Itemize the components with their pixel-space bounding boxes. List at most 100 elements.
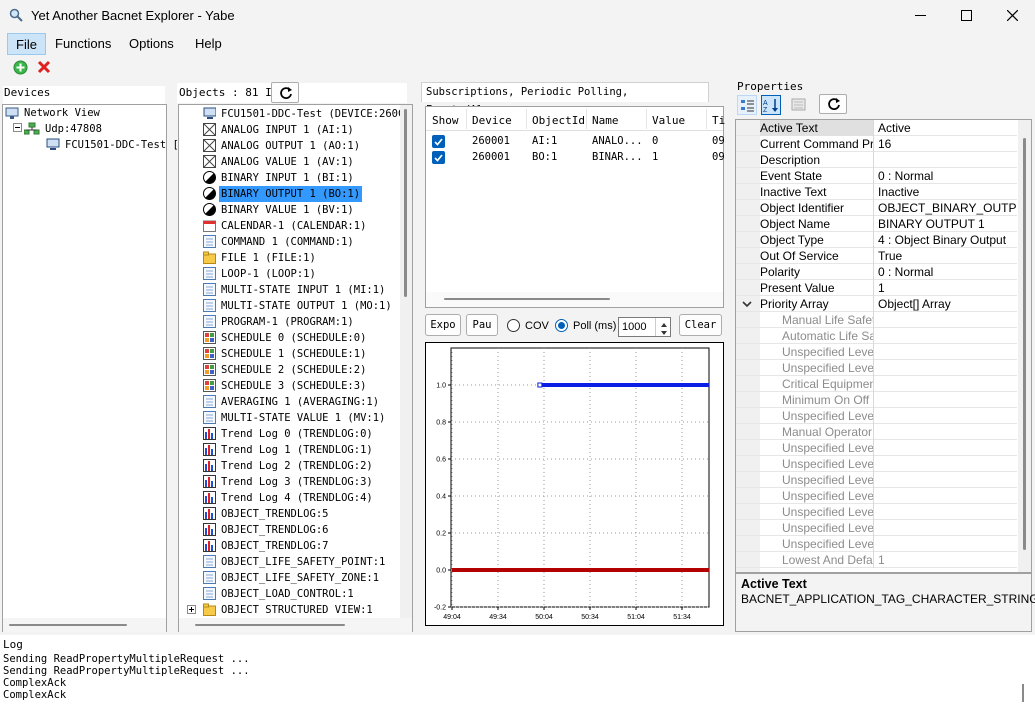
property-value[interactable]: 16 [876, 136, 1017, 152]
subscription-row[interactable]: 260001 BO:1 BINAR... 1 09 [426, 150, 725, 166]
object-item[interactable]: SCHEDULE 1 (SCHEDULE:1) [221, 346, 366, 362]
property-value[interactable]: Inactive [876, 184, 1017, 200]
object-item[interactable]: SCHEDULE 3 (SCHEDULE:3) [221, 378, 366, 394]
priority-array-row[interactable]: Lowest And Default1 [736, 552, 1017, 568]
object-item[interactable]: BINARY INPUT 1 (BI:1) [221, 170, 354, 186]
object-item[interactable]: ANALOG INPUT 1 (AI:1) [221, 122, 354, 138]
property-row[interactable]: Out Of Service True [736, 248, 1017, 264]
object-item[interactable]: OBJECT_TRENDLOG:6 [221, 522, 328, 538]
property-row[interactable]: Current Command Priorit16 [736, 136, 1017, 152]
priority-array-row[interactable]: Manual Life Safety [736, 312, 1017, 328]
property-value[interactable]: 1 [876, 280, 1017, 296]
property-value[interactable]: Object[] Array [876, 296, 1017, 312]
object-item[interactable]: OBJECT_LIFE_SAFETY_POINT:1 [221, 554, 385, 570]
objects-vscrollbar[interactable] [400, 105, 412, 618]
object-item[interactable]: OBJECT STRUCTURED VIEW:1 [221, 602, 373, 618]
property-row[interactable]: Object Name BINARY OUTPUT 1 [736, 216, 1017, 232]
priority-level-value[interactable] [876, 408, 1017, 424]
minimize-button[interactable] [898, 0, 944, 31]
clear-button[interactable]: Clear [679, 314, 722, 336]
priority-array-row[interactable]: Unspecified Level 9 [736, 440, 1017, 456]
tree-device[interactable]: FCU1501-DDC-Test [ [65, 137, 179, 153]
categorized-view-button[interactable] [737, 95, 757, 115]
objects-tree[interactable]: FCU1501-DDC-Test (DEVICE:260C ANALOG INPU… [178, 104, 413, 632]
priority-level-value[interactable] [876, 312, 1017, 328]
priority-level-value[interactable] [876, 536, 1017, 552]
object-item[interactable]: MULTI-STATE VALUE 1 (MV:1) [221, 410, 385, 426]
priority-level-value[interactable] [876, 488, 1017, 504]
priority-level-value[interactable] [876, 456, 1017, 472]
poll-interval-stepper[interactable]: 1000 [618, 317, 671, 337]
chevron-down-icon[interactable] [741, 298, 754, 311]
refresh-objects-button[interactable] [271, 82, 299, 103]
property-value[interactable]: 0 : Normal [876, 264, 1017, 280]
object-item[interactable]: CALENDAR-1 (CALENDAR:1) [221, 218, 366, 234]
property-row[interactable]: Description [736, 152, 1017, 168]
property-row[interactable]: Polarity 0 : Normal [736, 264, 1017, 280]
menu-functions[interactable]: Functions [47, 33, 119, 55]
close-window-button[interactable] [990, 0, 1035, 31]
property-row[interactable]: Object IdentifierOBJECT_BINARY_OUTPUT [736, 200, 1017, 216]
priority-array-row[interactable]: Unspecified Level 4 [736, 360, 1017, 376]
priority-array-row[interactable]: Critical Equipment C [736, 376, 1017, 392]
priority-array-row[interactable]: Unspecified Level 1 [736, 504, 1017, 520]
property-value[interactable]: 0 : Normal [876, 168, 1017, 184]
export-button[interactable]: Expo [425, 314, 461, 336]
priority-array-row[interactable]: Unspecified Level 1 [736, 488, 1017, 504]
property-row[interactable]: Active Text Active [736, 120, 1017, 136]
priority-level-value[interactable] [876, 328, 1017, 344]
priority-level-value[interactable] [876, 472, 1017, 488]
add-device-icon[interactable] [13, 60, 28, 75]
object-item[interactable]: ANALOG OUTPUT 1 (AO:1) [221, 138, 360, 154]
menu-file[interactable]: File [7, 33, 46, 55]
property-value[interactable]: 4 : Object Binary Output [876, 232, 1017, 248]
priority-array-row[interactable]: Unspecified Level 1 [736, 520, 1017, 536]
object-item[interactable]: PROGRAM-1 (PROGRAM:1) [221, 314, 354, 330]
objects-hscrollbar[interactable] [179, 618, 412, 632]
alphabetical-view-button[interactable]: AZ [761, 95, 781, 115]
property-pages-button[interactable] [790, 96, 808, 114]
property-row[interactable]: Priority Array Object[] Array [736, 296, 1017, 312]
menu-options[interactable]: Options [121, 33, 182, 55]
object-item[interactable]: OBJECT_TRENDLOG:5 [221, 506, 328, 522]
priority-level-value[interactable] [876, 520, 1017, 536]
priority-array-row[interactable]: Minimum On Off [736, 392, 1017, 408]
priority-array-row[interactable]: Unspecified Level 7 [736, 408, 1017, 424]
priority-level-value[interactable] [876, 504, 1017, 520]
tab-subscriptions[interactable]: Subscriptions, Periodic Polling, Events/… [421, 82, 709, 116]
expand-toggle-icon[interactable] [187, 605, 196, 614]
devices-tree[interactable]: Network View Udp:47808 FCU1501-DDC-Test … [2, 104, 179, 632]
property-value[interactable]: Active [876, 120, 1017, 136]
priority-level-value[interactable] [876, 376, 1017, 392]
object-item[interactable]: ANALOG VALUE 1 (AV:1) [221, 154, 354, 170]
maximize-button[interactable] [944, 0, 990, 31]
object-item[interactable]: AVERAGING 1 (AVERAGING:1) [221, 394, 379, 410]
col-device[interactable]: Device [472, 114, 512, 127]
show-checkbox[interactable] [432, 135, 445, 148]
property-value[interactable]: BINARY OUTPUT 1 [876, 216, 1017, 232]
priority-array-row[interactable]: Unspecified Level 3 [736, 344, 1017, 360]
refresh-properties-button[interactable] [819, 94, 847, 114]
object-item[interactable]: OBJECT_TRENDLOG:7 [221, 538, 328, 554]
property-value[interactable] [876, 152, 1017, 168]
property-row[interactable]: Event State 0 : Normal [736, 168, 1017, 184]
property-row[interactable]: Present Value 1 [736, 280, 1017, 296]
priority-level-value[interactable] [876, 440, 1017, 456]
priority-array-row[interactable]: Unspecified Level 1 [736, 536, 1017, 552]
object-item[interactable]: Trend Log 3 (TRENDLOG:3) [221, 474, 373, 490]
poll-interval-value[interactable]: 1000 [622, 321, 646, 333]
priority-level-value[interactable] [876, 344, 1017, 360]
col-show[interactable]: Show [432, 114, 459, 127]
show-checkbox[interactable] [432, 151, 445, 164]
log-scrollbar[interactable] [1022, 684, 1024, 702]
stepper-up-icon[interactable] [655, 318, 671, 327]
trend-chart[interactable]: 1.0 0.8 0.6 0.4 0.2 0.0 -0.2 49:04 49:34 50:04 50:… [425, 342, 724, 626]
tree-network-view[interactable]: Network View [24, 105, 100, 121]
col-value[interactable]: Value [652, 114, 685, 127]
object-item[interactable]: FCU1501-DDC-Test (DEVICE:260C [221, 106, 404, 122]
subscriptions-hscrollbar[interactable] [426, 292, 723, 307]
priority-level-value[interactable] [876, 360, 1017, 376]
col-name[interactable]: Name [592, 114, 619, 127]
pause-button[interactable]: Pau [466, 314, 498, 336]
stepper-down-icon[interactable] [655, 327, 671, 336]
